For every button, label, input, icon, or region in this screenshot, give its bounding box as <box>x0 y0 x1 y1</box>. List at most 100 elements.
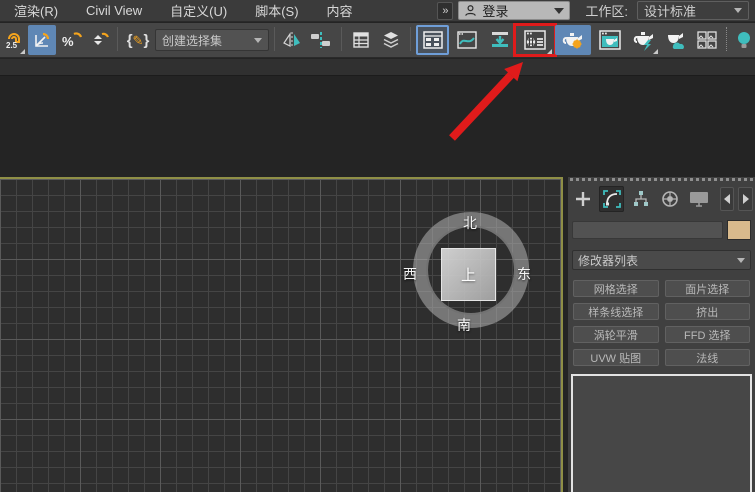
modifier-list-dropdown[interactable]: 修改器列表 <box>572 250 751 270</box>
layer-table-icon <box>353 32 369 48</box>
login-label: 登录 <box>482 4 509 19</box>
material-editor-icon <box>524 30 546 50</box>
menu-scripting[interactable]: 脚本(S) <box>241 0 312 22</box>
modifier-button-ffd-select[interactable]: FFD 选择 <box>664 326 750 343</box>
compass-west-label[interactable]: 西 <box>403 264 417 284</box>
snap-toggle-25-button[interactable]: 2.5 <box>2 25 26 55</box>
percent-snap-toggle-button[interactable]: % <box>58 25 86 55</box>
spinner-snap-toggle-button[interactable] <box>88 25 112 55</box>
modifier-button-spline-select[interactable]: 样条线选择 <box>573 303 659 320</box>
render-teapot-icon <box>633 32 653 51</box>
rendered-frame-icon <box>599 30 621 50</box>
toolbar-separator <box>338 27 345 53</box>
compass-south-label[interactable]: 南 <box>457 315 471 335</box>
panel-scroll-right-button[interactable] <box>738 187 754 211</box>
3dsmax-window: 渲染(R) Civil View 自定义(U) 脚本(S) 内容 » 登录 工作… <box>0 0 755 492</box>
workspace-dropdown[interactable]: 设计标准 <box>637 1 749 20</box>
arrow-right-icon <box>742 194 749 204</box>
login-dropdown[interactable]: 登录 <box>458 1 571 20</box>
angle-snap-icon <box>35 32 50 47</box>
toolbar-separator <box>114 27 121 53</box>
align-icon <box>311 32 330 48</box>
toolbar-separator <box>271 27 278 53</box>
modifier-button-patch-select[interactable]: 面片选择 <box>664 280 750 297</box>
percent-snap-icon: % <box>62 32 83 49</box>
layer-manager-button[interactable] <box>347 25 375 55</box>
sub-toolbar-strip <box>0 59 755 76</box>
viewcube-top-label: 上 <box>460 267 476 284</box>
light-bulb-icon <box>738 32 750 48</box>
modifier-button-extrude[interactable]: 挤出 <box>664 303 750 320</box>
curve-editor-button[interactable] <box>451 25 482 55</box>
cloud-render-icon <box>668 33 684 49</box>
modifier-button-turbosmooth[interactable]: 涡轮平滑 <box>573 326 659 343</box>
command-panel-tabs <box>568 184 755 214</box>
rendered-frame-window-button[interactable] <box>593 25 627 55</box>
angle-snap-toggle-button[interactable] <box>28 25 56 55</box>
named-selection-set-dropdown[interactable]: 创建选择集 <box>155 29 269 51</box>
workspace-value: 设计标准 <box>644 4 697 19</box>
pencil-icon: ✎ <box>132 32 144 48</box>
dope-sheet-button[interactable] <box>484 25 515 55</box>
arrow-left-icon <box>724 194 731 204</box>
material-editor-button[interactable] <box>513 23 557 57</box>
render-setup-button[interactable] <box>555 25 591 55</box>
lighting-toggle-button[interactable] <box>732 25 755 55</box>
menu-content[interactable]: 内容 <box>313 0 367 22</box>
modifier-stack-list[interactable] <box>571 374 752 492</box>
gallery-grid-icon <box>697 31 717 49</box>
viewcube-top-face[interactable]: 上 <box>441 248 496 301</box>
tab-motion[interactable] <box>658 186 683 212</box>
align-button[interactable] <box>306 25 336 55</box>
motion-icon <box>662 191 678 207</box>
a360-gallery-button[interactable] <box>693 25 721 55</box>
tab-display[interactable] <box>687 186 712 212</box>
plus-icon <box>575 192 590 206</box>
spinner-snap-icon <box>94 32 110 45</box>
object-name-input[interactable] <box>572 221 723 239</box>
panel-scroll-left-button[interactable] <box>719 187 735 211</box>
object-color-swatch[interactable] <box>727 220 751 240</box>
mirror-button[interactable] <box>280 25 304 55</box>
edit-named-selection-sets-button[interactable]: { ✎ } <box>123 25 153 55</box>
curve-editor-icon <box>456 31 477 49</box>
object-name-row <box>572 220 751 240</box>
main-toolbar: 2.5 % { ✎ } 创建选择集 <box>0 23 755 58</box>
command-panel: 修改器列表 网格选择 面片选择 样条线选择 挤出 涡轮平滑 FFD 选择 UVW… <box>568 177 755 492</box>
manage-layers-button[interactable] <box>377 25 405 55</box>
user-icon <box>465 5 477 16</box>
brace-right-glyph: } <box>143 31 150 49</box>
render-production-button[interactable] <box>629 25 659 55</box>
chevron-down-icon <box>554 7 565 14</box>
modifier-button-normal[interactable]: 法线 <box>664 349 750 366</box>
chevron-down-icon <box>734 8 742 13</box>
toolbar-separator <box>407 27 414 53</box>
menu-customize[interactable]: 自定义(U) <box>156 0 241 22</box>
menu-overflow-button[interactable]: » <box>437 1 454 20</box>
modifier-button-mesh-select[interactable]: 网格选择 <box>573 280 659 297</box>
render-setup-teapot-icon <box>562 33 582 49</box>
toolbar-separator-dotted <box>723 27 730 53</box>
dope-sheet-icon <box>491 32 508 47</box>
tab-hierarchy[interactable] <box>628 186 653 212</box>
menu-render[interactable]: 渲染(R) <box>0 0 72 22</box>
render-in-cloud-button[interactable] <box>661 25 691 55</box>
empty-area <box>0 77 755 177</box>
viewport-top[interactable]: 上 北 西 东 南 <box>0 177 563 492</box>
modifier-button-uvw-map[interactable]: UVW 贴图 <box>573 349 659 366</box>
modifier-buttons-grid: 网格选择 面片选择 样条线选择 挤出 涡轮平滑 FFD 选择 UVW 贴图 法线 <box>573 280 750 366</box>
compass-east-label[interactable]: 东 <box>517 264 531 284</box>
menu-civil-view[interactable]: Civil View <box>72 0 156 22</box>
display-monitor-icon <box>690 192 709 207</box>
scene-explorer-icon <box>422 31 443 49</box>
hierarchy-icon <box>633 191 648 206</box>
tab-create[interactable] <box>570 186 595 212</box>
selection-set-value: 创建选择集 <box>162 33 223 48</box>
tab-modify[interactable] <box>599 186 625 212</box>
svg-text:2.5: 2.5 <box>6 41 18 50</box>
svg-text:%: % <box>62 34 74 49</box>
layers-stack-icon <box>383 32 399 48</box>
compass-north-label[interactable]: 北 <box>463 213 477 233</box>
mirror-icon <box>283 32 300 48</box>
scene-explorer-toggle-button[interactable] <box>416 25 449 55</box>
